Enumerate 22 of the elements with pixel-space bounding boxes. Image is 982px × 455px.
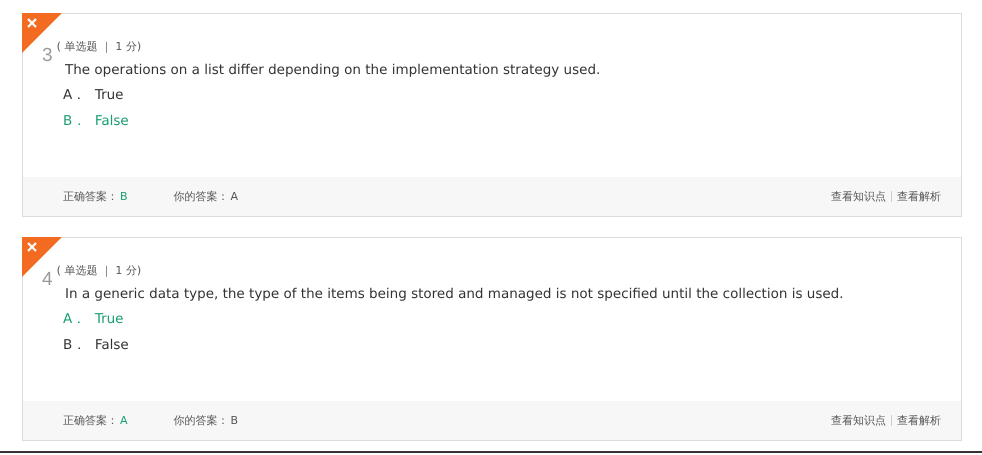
view-link[interactable]: 查看解析 — [897, 189, 941, 204]
your-answer: B — [230, 414, 238, 427]
answer-option: A． True — [23, 82, 961, 108]
view-link[interactable]: 查看解析 — [897, 413, 941, 428]
question-text: In a generic data type, the type of the items being stored and managed is not specified until the collection is used. — [65, 286, 844, 302]
your-answer-label: 你的答案： — [174, 413, 229, 428]
correct-answer: B — [120, 190, 128, 203]
view-link[interactable]: 查看知识点 — [831, 189, 886, 204]
question-number: 4 — [42, 269, 53, 291]
question-type: ( 单选题 ｜ 1 分) — [56, 263, 142, 278]
correct-answer-label: 正确答案： — [63, 189, 118, 204]
your-answer-label: 你的答案： — [174, 189, 229, 204]
answer-option: B． False — [23, 332, 961, 358]
correct-answer: A — [120, 414, 128, 427]
correct-answer-label: 正确答案： — [63, 413, 118, 428]
question-text: The operations on a list differ depending on the implementation strategy used. — [65, 62, 600, 78]
view-link[interactable]: 查看知识点 — [831, 413, 886, 428]
question-number: 3 — [42, 45, 53, 67]
question-type: ( 单选题 ｜ 1 分) — [56, 39, 142, 54]
answer-option: A． True — [23, 306, 961, 332]
your-answer: A — [230, 190, 238, 203]
answer-option: B． False — [23, 108, 961, 134]
